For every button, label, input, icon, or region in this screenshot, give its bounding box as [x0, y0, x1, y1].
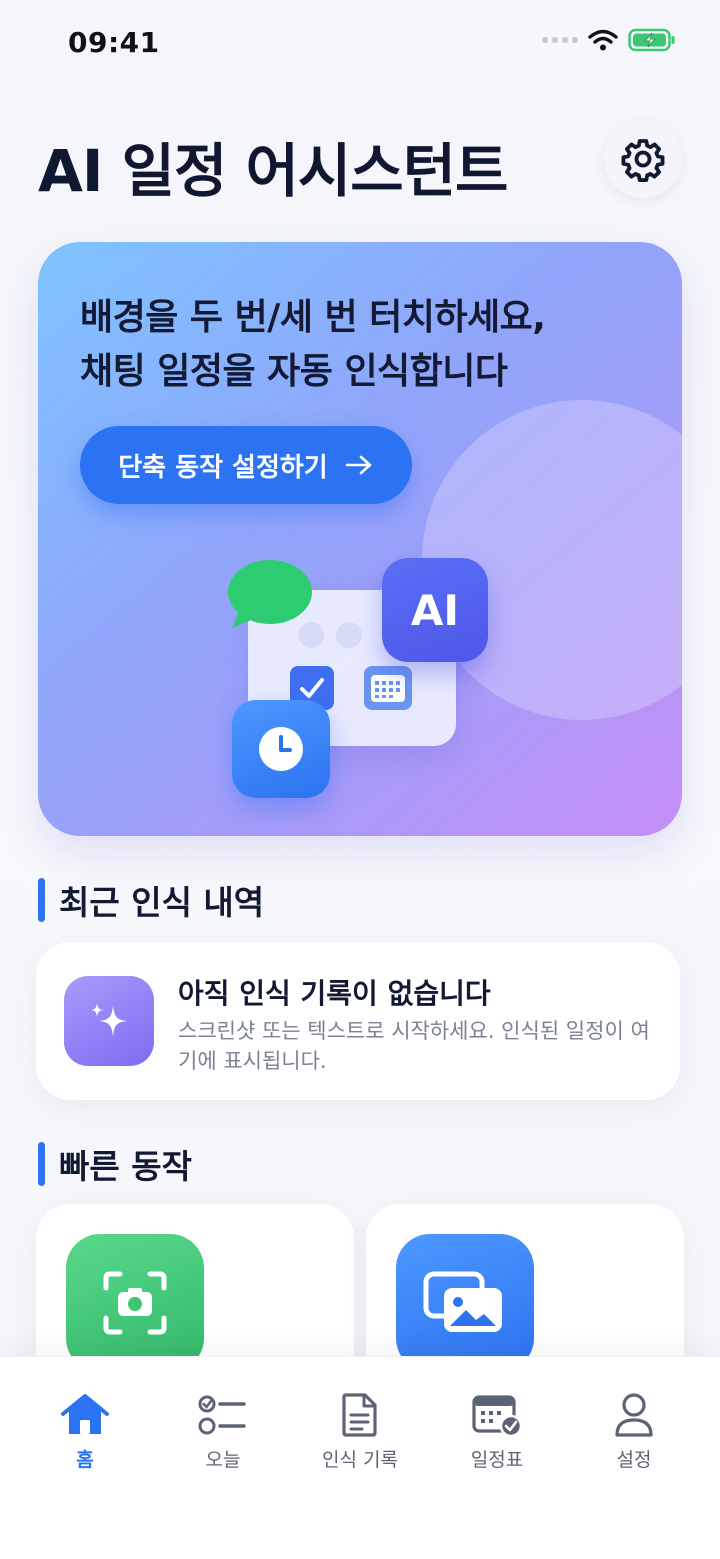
gear-icon: [621, 139, 665, 182]
clock-icon: [232, 700, 330, 798]
home-icon: [61, 1394, 109, 1434]
signal-icon: [542, 37, 578, 43]
typing-dot: [336, 622, 362, 648]
calendar-check-icon: [472, 1395, 523, 1438]
settings-button[interactable]: [604, 120, 682, 198]
quick-section-label: 빠른 동작: [59, 1147, 192, 1186]
tab-schedule[interactable]: 일정표: [427, 1357, 567, 1477]
tab-today[interactable]: 오늘: [153, 1357, 293, 1477]
page-title: AI 일정 어시스턴트: [38, 137, 508, 205]
setup-shortcut-button[interactable]: 단축 동작 설정하기: [80, 426, 412, 504]
recent-section-title: 최근 인식 내역: [38, 876, 264, 924]
section-accent-bar: [38, 878, 45, 922]
status-bar: 09:41: [0, 0, 720, 84]
document-icon: [342, 1393, 377, 1437]
tab-settings[interactable]: 설정: [564, 1357, 704, 1477]
chat-bubble-icon: [228, 560, 312, 628]
status-icons: [542, 28, 676, 52]
tab-schedule-label: 일정표: [470, 1449, 524, 1471]
recent-empty-card: 아직 인식 기록이 없습니다 스크린샷 또는 텍스트로 시작하세요. 인식된 일…: [36, 942, 680, 1100]
hero-card[interactable]: 배경을 두 번/세 번 터치하세요, 채팅 일정을 자동 인식합니다 단축 동작…: [38, 242, 682, 836]
bottom-tab-bar: 홈 오늘 인식 기록 일정표 설정: [0, 1356, 720, 1559]
setup-shortcut-label: 단축 동작 설정하기: [118, 452, 328, 483]
sparkle-icon: [64, 976, 154, 1066]
checklist-icon: [198, 1395, 246, 1435]
tab-home-label: 홈: [76, 1449, 94, 1471]
quick-section-title: 빠른 동작: [38, 1140, 192, 1188]
ai-badge-icon: AI: [382, 558, 488, 662]
camera-scan-icon: [66, 1234, 204, 1372]
section-accent-bar: [38, 1142, 45, 1186]
person-icon: [615, 1393, 653, 1437]
arrow-right-icon: [345, 455, 372, 475]
battery-icon: [628, 28, 675, 52]
calendar-grid-icon: [364, 666, 412, 710]
tab-history-label: 인식 기록: [322, 1449, 398, 1471]
recent-section-label: 최근 인식 내역: [59, 883, 265, 922]
tab-today-label: 오늘: [205, 1449, 241, 1471]
gallery-images-icon: [396, 1234, 534, 1372]
tab-settings-label: 설정: [616, 1449, 652, 1471]
wifi-icon: [588, 29, 618, 51]
status-time: 09:41: [68, 26, 160, 59]
tab-history[interactable]: 인식 기록: [290, 1357, 430, 1477]
empty-state-title: 아직 인식 기록이 없습니다: [178, 977, 491, 1010]
tab-home[interactable]: 홈: [15, 1357, 155, 1477]
empty-state-description: 스크린샷 또는 텍스트로 시작하세요. 인식된 일정이 여기에 표시됩니다.: [178, 1019, 650, 1073]
hero-headline-line1: 배경을 두 번/세 번 터치하세요,: [80, 297, 546, 338]
hero-headline-line2: 채팅 일정을 자동 인식합니다: [80, 351, 508, 392]
